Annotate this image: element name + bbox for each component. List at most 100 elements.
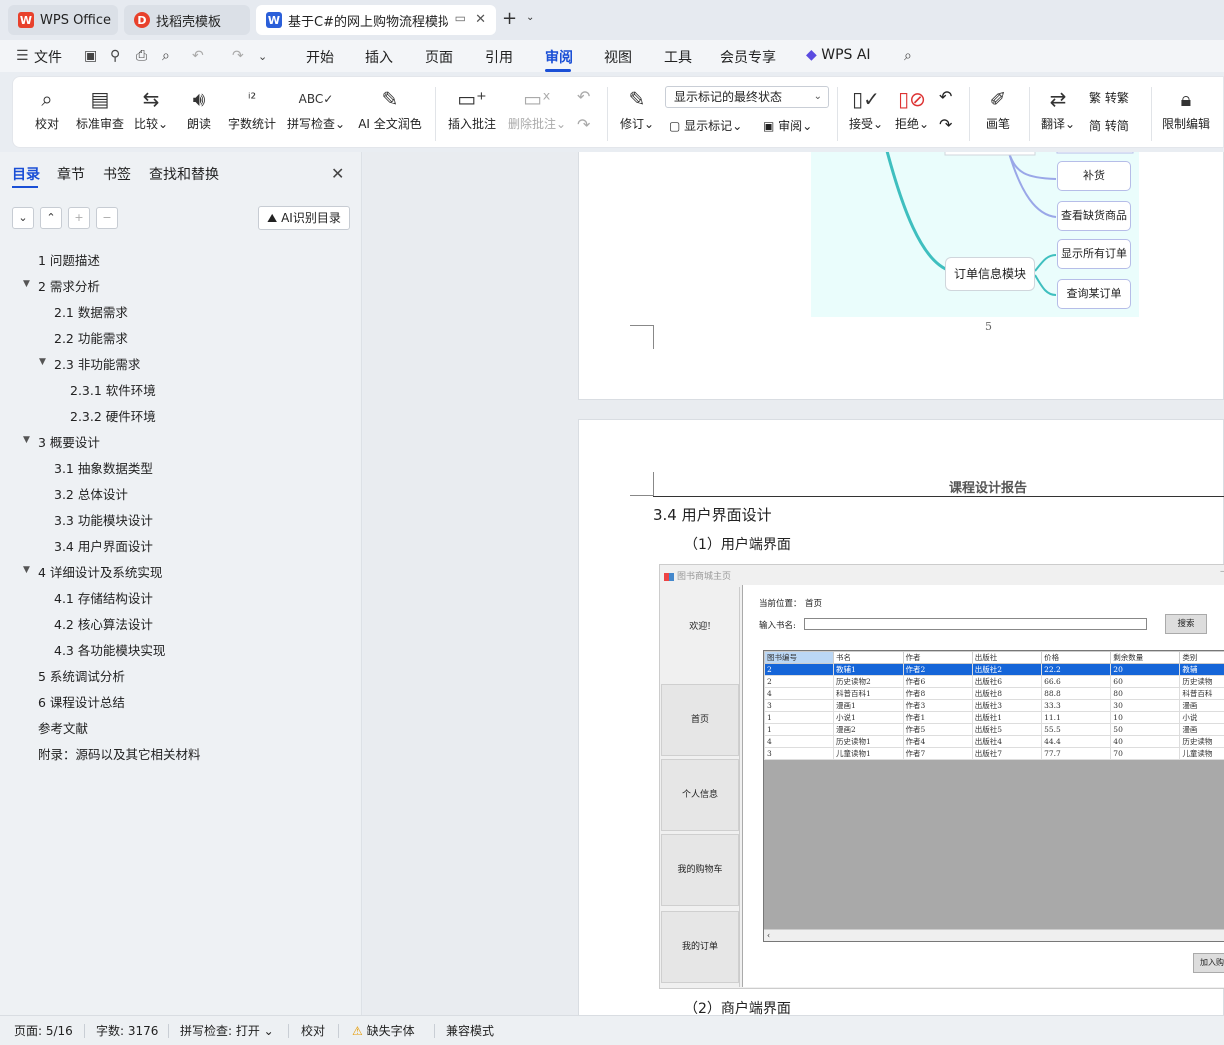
toc-item[interactable]: 3.2 总体设计 [54, 484, 128, 503]
toc-item[interactable]: 1 问题描述 [38, 250, 100, 269]
chevron-down-icon[interactable]: ⌄ [526, 12, 534, 23]
toc-item[interactable]: 参考文献 [38, 718, 88, 737]
to-simplified-button[interactable]: 简 转简 [1089, 117, 1129, 134]
standard-review-button[interactable]: ▤ 标准审查 [75, 85, 125, 132]
print-preview-icon[interactable]: ⌕ [162, 48, 170, 64]
proofread-button[interactable]: ⌕ 校对 [33, 85, 61, 132]
magic-wand-icon: ✎ [381, 87, 399, 111]
toc-item[interactable]: 3 概要设计 [38, 432, 100, 451]
previous-comment-icon[interactable]: ↶ [577, 87, 590, 106]
toc-item[interactable]: 2.2 功能需求 [54, 328, 128, 347]
toc-item[interactable]: 4.1 存储结构设计 [54, 588, 153, 607]
menu-wps-ai[interactable]: ◆ WPS AI [806, 47, 871, 63]
tab-bookmarks[interactable]: 书签 [103, 164, 131, 184]
toc-item[interactable]: 附录：源码以及其它相关材料 [38, 744, 201, 763]
collapse-all-icon[interactable]: ⌄ [12, 207, 34, 229]
tab-find-replace[interactable]: 查找和替换 [149, 164, 219, 184]
expand-arrow-icon[interactable]: ▼ [23, 279, 30, 289]
tab-toc[interactable]: 目录 [12, 164, 40, 184]
expand-up-icon[interactable]: ⌃ [40, 207, 62, 229]
close-icon[interactable]: ✕ [331, 164, 344, 183]
restrict-edit-button[interactable]: 🔒︎ 限制编辑 [1161, 85, 1211, 132]
toc-item[interactable]: 4 详细设计及系统实现 [38, 562, 162, 581]
toc-item[interactable]: 3.4 用户界面设计 [54, 536, 153, 555]
proof-indicator[interactable]: 校对 [301, 1022, 325, 1039]
spell-check-icon: ABC✓ [298, 92, 334, 106]
word-count-button[interactable]: ⁱ² 字数统计 [225, 85, 279, 132]
print-icon[interactable]: ⎙ [136, 48, 147, 64]
add-heading-icon[interactable]: + [68, 207, 90, 229]
accept-button[interactable]: ▯✓ 接受⌄ [847, 85, 885, 132]
previous-change-icon[interactable]: ↶ [939, 87, 952, 106]
missing-font-indicator[interactable]: ⚠ 缺失字体 [352, 1022, 415, 1039]
menu-home[interactable]: 开始 [306, 47, 334, 67]
word-count-indicator[interactable]: 字数: 3176 [96, 1022, 158, 1039]
accept-icon: ▯✓ [852, 87, 880, 111]
tab-wps-office[interactable]: W WPS Office [8, 5, 118, 35]
ai-toc-button[interactable]: ⛰ AI识别目录 [258, 206, 350, 230]
toc-item[interactable]: 5 系统调试分析 [38, 666, 125, 685]
spell-check-button[interactable]: ABC✓ 拼写检查⌄ [287, 85, 345, 132]
spell-check-indicator[interactable]: 拼写检查: 打开 ⌄ [180, 1022, 274, 1039]
toc-item[interactable]: 2.3.2 硬件环境 [70, 406, 156, 425]
tab-template[interactable]: D 找稻壳模板 [124, 5, 250, 35]
markup-state-select[interactable]: 显示标记的最终状态 ⌄ [665, 86, 829, 108]
undo-icon[interactable]: ↶ [192, 48, 204, 64]
grid-cell: 22.2 [1041, 663, 1112, 676]
expand-arrow-icon[interactable]: ▼ [39, 357, 46, 367]
pen-button[interactable]: ✐ 画笔 [981, 85, 1015, 132]
tab-document[interactable]: W 基于C#的网上购物流程模拟 ▭ ✕ [256, 5, 496, 35]
menu-page[interactable]: 页面 [425, 47, 453, 67]
grid-cell: 漫画1 [833, 699, 904, 712]
compare-button[interactable]: ⇆ 比较⌄ [133, 85, 169, 132]
next-comment-icon[interactable]: ↷ [577, 115, 590, 134]
grid-cell: 历史读物2 [833, 675, 904, 688]
menu-insert[interactable]: 插入 [365, 47, 393, 67]
menu-file[interactable]: 文件 [34, 47, 62, 67]
toc-item[interactable]: 4.3 各功能模块实现 [54, 640, 165, 659]
redo-icon[interactable]: ↷ [232, 48, 244, 64]
next-change-icon[interactable]: ↷ [939, 115, 952, 134]
tab-chapters[interactable]: 章节 [57, 164, 85, 184]
reject-button[interactable]: ▯⊘ 拒绝⌄ [893, 85, 931, 132]
chevron-down-icon[interactable]: ⌄ [258, 50, 267, 63]
translate-button[interactable]: ⇄ 翻译⌄ [1039, 85, 1077, 132]
hamburger-icon[interactable]: ☰ [16, 48, 29, 64]
insert-comment-button[interactable]: ▭⁺ 插入批注 [447, 85, 497, 132]
toc-item[interactable]: 2 需求分析 [38, 276, 100, 295]
close-icon[interactable]: ✕ [475, 12, 486, 27]
show-markup-button[interactable]: ▢ 显示标记⌄ [669, 117, 742, 134]
toc-item[interactable]: 2.3 非功能需求 [54, 354, 140, 373]
remove-heading-icon[interactable]: − [96, 207, 118, 229]
expand-arrow-icon[interactable]: ▼ [23, 565, 30, 575]
toc-item[interactable]: 3.1 抽象数据类型 [54, 458, 153, 477]
wps-ai-icon: ◆ [806, 47, 817, 63]
search-icon[interactable]: ⌕ [904, 48, 912, 64]
toc-item[interactable]: 6 课程设计总结 [38, 692, 125, 711]
monitor-icon[interactable]: ▭ [455, 11, 466, 25]
review-pane-button[interactable]: ▣ 审阅⌄ [763, 117, 812, 134]
menu-member[interactable]: 会员专享 [720, 47, 776, 67]
menu-view[interactable]: 视图 [604, 47, 632, 67]
revise-button[interactable]: ✎ 修订⌄ [617, 85, 657, 132]
expand-arrow-icon[interactable]: ▼ [23, 435, 30, 445]
page-indicator[interactable]: 页面: 5/16 [14, 1022, 73, 1039]
grid-cell: 历史读物 [1179, 675, 1224, 688]
menu-tools[interactable]: 工具 [664, 47, 692, 67]
menu-review[interactable]: 审阅 [545, 47, 573, 67]
toc-item[interactable]: 4.2 核心算法设计 [54, 614, 153, 633]
document-page: 课程设计报告 3.4 用户界面设计 （1）用户端界面 图书商城主页 — 欢迎! … [578, 419, 1224, 1015]
to-traditional-button[interactable]: 繁 转繁 [1089, 89, 1129, 106]
toc-item[interactable]: 2.3.1 软件环境 [70, 380, 156, 399]
read-aloud-button[interactable]: 🔊︎ 朗读 [185, 85, 213, 132]
grid-cell: 70 [1110, 747, 1181, 760]
save-icon[interactable]: ▣ [84, 48, 97, 64]
delete-comment-button[interactable]: ▭ˣ 删除批注⌄ [507, 85, 567, 132]
share-icon[interactable]: ⚲ [110, 48, 120, 64]
toc-item[interactable]: 2.1 数据需求 [54, 302, 128, 321]
status-bar: 页面: 5/16 字数: 3176 拼写检查: 打开 ⌄ 校对 ⚠ 缺失字体 兼… [0, 1015, 1224, 1045]
new-tab-icon[interactable]: + [502, 8, 517, 29]
ai-polish-button[interactable]: ✎ AI 全文润色 [357, 85, 423, 132]
toc-item[interactable]: 3.3 功能模块设计 [54, 510, 153, 529]
menu-reference[interactable]: 引用 [485, 47, 513, 67]
